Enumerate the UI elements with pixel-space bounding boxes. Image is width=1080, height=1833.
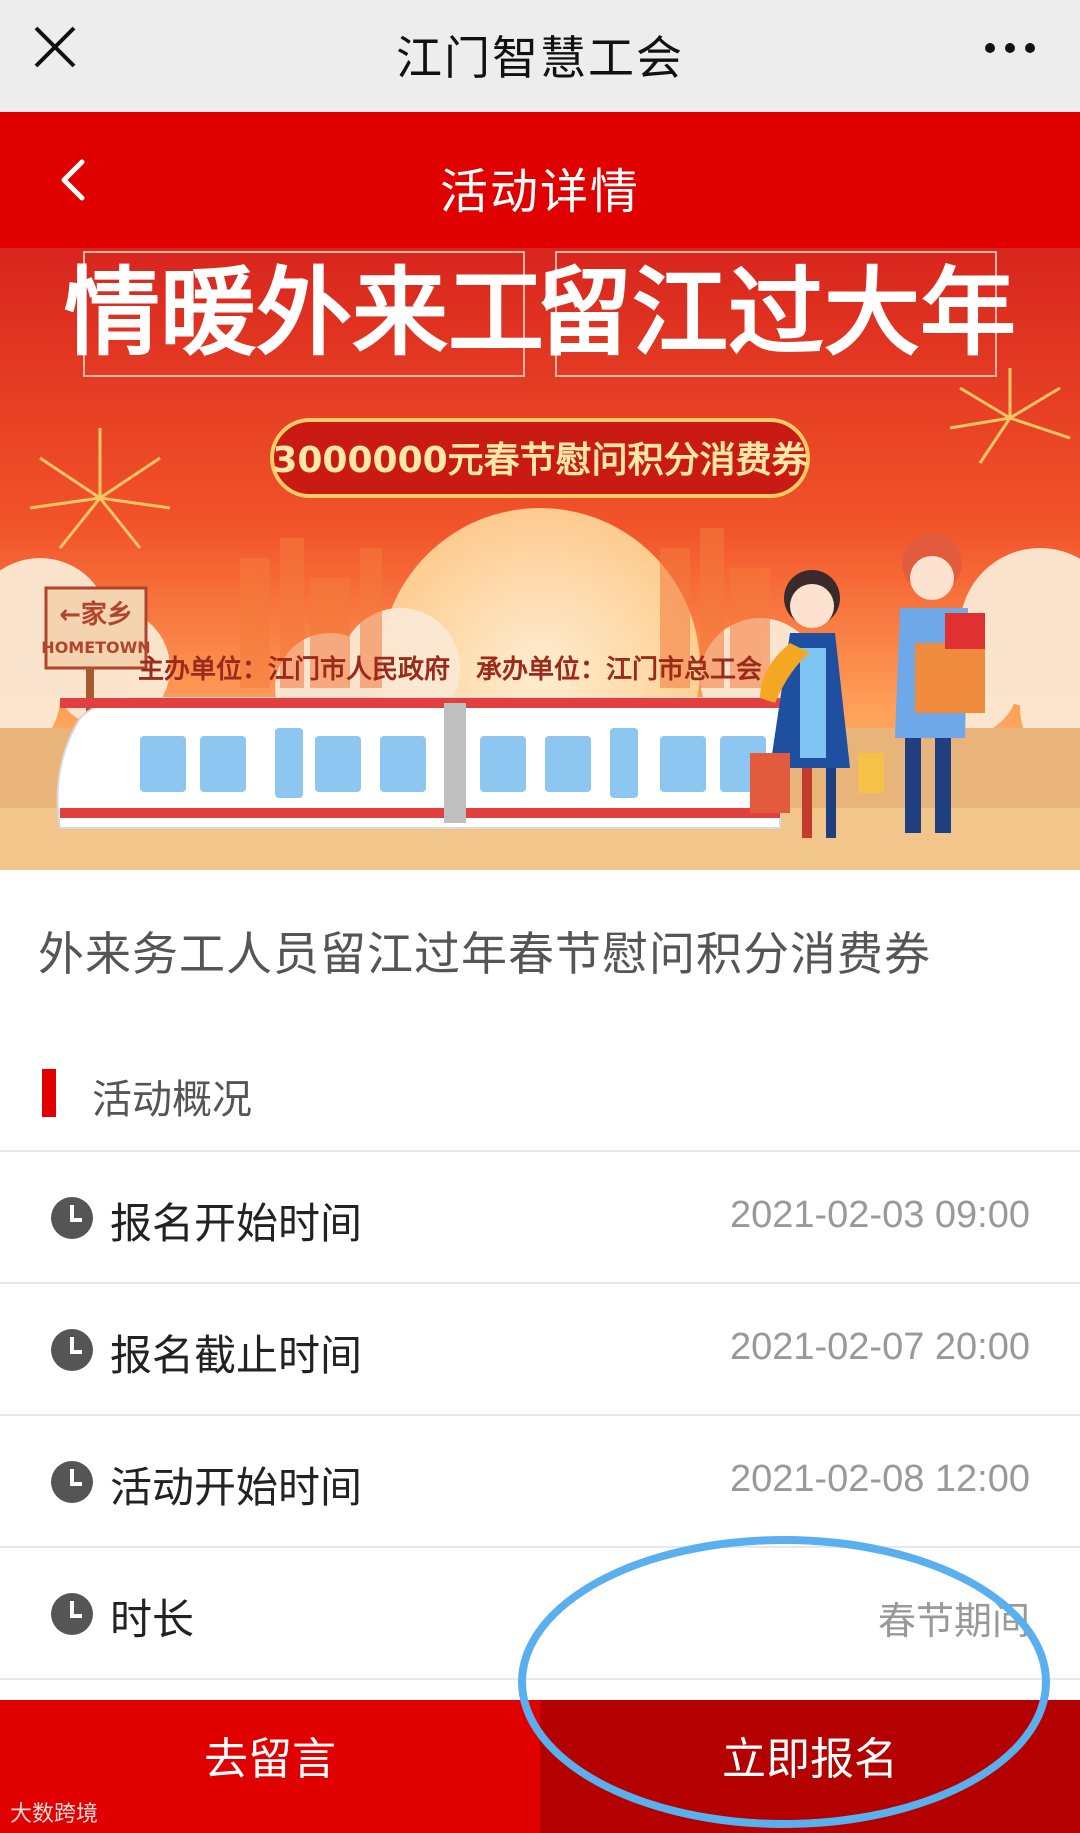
- signup-now-button[interactable]: 立即报名: [540, 1700, 1080, 1833]
- row-value: 2021-02-03 09:00: [729, 1194, 1030, 1236]
- hometown-sign-en: HOMETOWN: [41, 638, 150, 657]
- banner-organizers: 主办单位：江门市人民政府 承办单位：江门市总工会: [138, 654, 762, 685]
- clock-icon: [51, 1593, 93, 1635]
- bottom-action-bar: 去留言 立即报名: [0, 1700, 1080, 1833]
- clock-icon: [51, 1329, 93, 1371]
- activity-banner: 情暖外来工 留江过大年 3000000元春节慰问积分消费券 ←家乡 HOMETO…: [0, 248, 1080, 870]
- row-value: 2021-02-08 12:00: [729, 1458, 1030, 1500]
- clock-icon: [51, 1461, 93, 1503]
- more-dots-icon[interactable]: [980, 30, 1040, 66]
- row-label: 活动开始时间: [110, 1463, 363, 1512]
- watermark: 大数跨境: [10, 1802, 99, 1827]
- row-value: 2021-02-07 20:00: [729, 1326, 1030, 1368]
- wechat-title: 江门智慧工会: [396, 31, 684, 85]
- wechat-top-bar: 江门智慧工会: [0, 0, 1080, 112]
- train-illustration: [56, 697, 781, 829]
- page-header: 活动详情: [0, 112, 1080, 248]
- info-row-activity-start: 活动开始时间 2021-02-08 12:00: [0, 1416, 1080, 1546]
- row-label: 时长: [110, 1595, 195, 1644]
- hometown-sign-cn: ←家乡: [59, 599, 133, 630]
- info-row-duration: 时长 春节期间: [0, 1548, 1080, 1678]
- banner-pill-text: 3000000元春节慰问积分消费券: [272, 440, 808, 481]
- page-title: 活动详情: [439, 164, 640, 220]
- info-row-signup-start: 报名开始时间 2021-02-03 09:00: [0, 1152, 1080, 1282]
- row-label: 报名截止时间: [110, 1331, 363, 1380]
- row-label: 报名开始时间: [110, 1199, 363, 1248]
- banner-headline-left: 情暖外来工: [64, 257, 544, 369]
- info-row-signup-end: 报名截止时间 2021-02-07 20:00: [0, 1284, 1080, 1414]
- row-value: 春节期间: [877, 1601, 1030, 1643]
- banner-headline-right: 留江过大年: [536, 257, 1016, 369]
- divider: [0, 1678, 1080, 1680]
- activity-title: 外来务工人员留江过年春节慰问积分消费券: [38, 927, 931, 981]
- section-overview: 活动概况: [0, 1055, 1080, 1151]
- section-accent-bar: [42, 1069, 56, 1117]
- clock-icon: [51, 1197, 93, 1239]
- section-label: 活动概况: [92, 1077, 252, 1123]
